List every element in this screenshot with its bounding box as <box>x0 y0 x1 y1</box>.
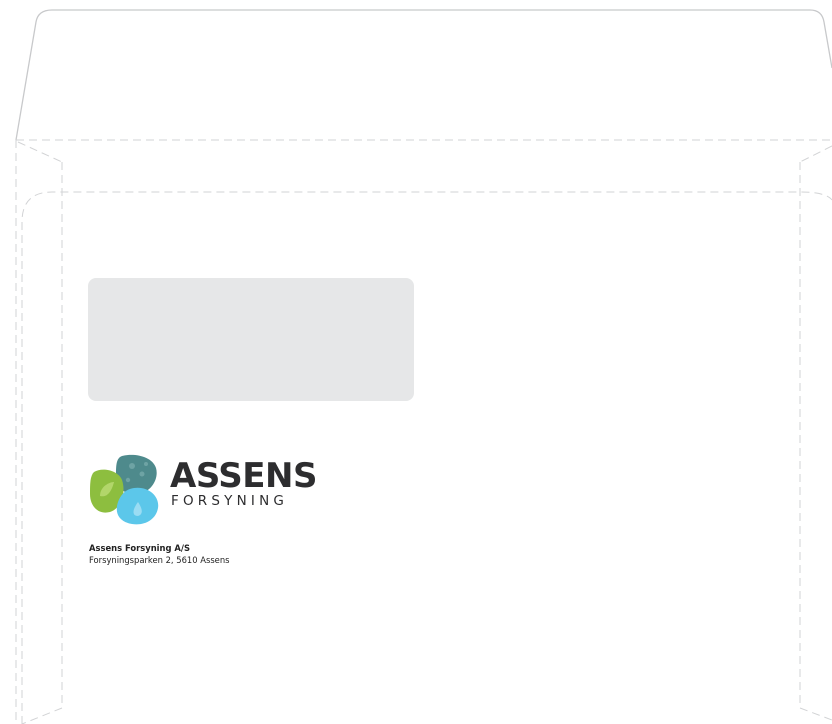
sender-address: Forsyningsparken 2, 5610 Assens <box>89 555 230 565</box>
left-flap-bottom <box>21 707 63 724</box>
sender-block: Assens Forsyning A/S Forsyningsparken 2,… <box>89 542 230 566</box>
right-flap-top <box>799 145 832 163</box>
left-flap-top <box>17 141 63 163</box>
address-window <box>88 278 414 401</box>
sender-name: Assens Forsyning A/S <box>89 543 190 553</box>
right-flap-bottom <box>799 707 832 721</box>
logo-submark: FORSYNING <box>171 493 289 509</box>
envelope-flap <box>15 9 832 141</box>
assens-forsyning-logo: ASSENS FORSYNING <box>86 452 317 530</box>
logo-mark-icon <box>90 454 159 525</box>
logo-wordmark: ASSENS <box>170 456 317 496</box>
